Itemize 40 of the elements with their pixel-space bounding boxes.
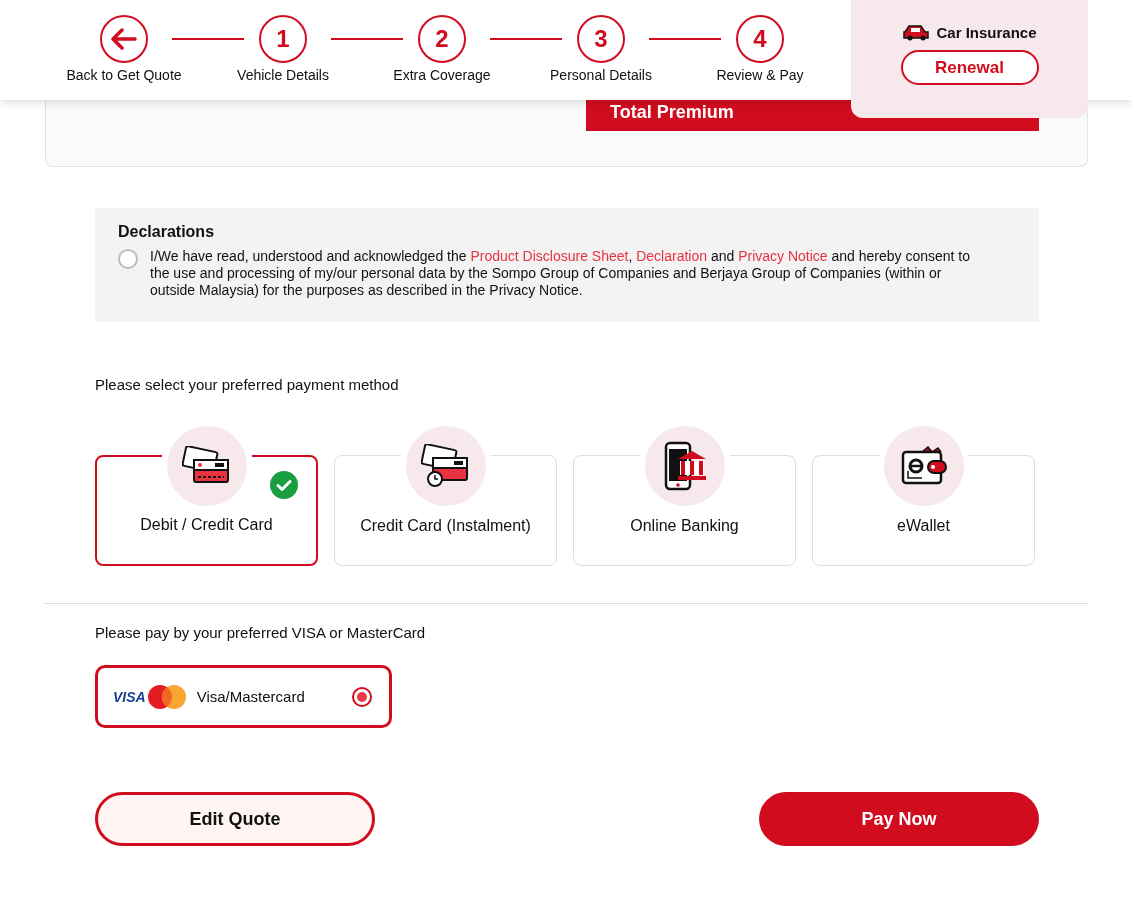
- declaration-link[interactable]: Declaration: [636, 248, 707, 264]
- payment-method-label: eWallet: [897, 517, 950, 535]
- step-connector: [649, 38, 721, 40]
- mastercard-logo-icon: [146, 683, 187, 710]
- declaration-link[interactable]: Privacy Notice: [738, 248, 828, 264]
- step-number[interactable]: 4: [736, 15, 784, 63]
- payment-method-label: Credit Card (Instalment): [360, 517, 531, 535]
- payment-prompt: Please select your preferred payment method: [95, 376, 400, 393]
- payment-method-label: Debit / Credit Card: [140, 516, 273, 534]
- back-arrow-icon: [111, 28, 137, 50]
- step-number[interactable]: 2: [418, 15, 466, 63]
- pay-now-button[interactable]: Pay Now: [759, 792, 1039, 846]
- declaration-text: I/We have read, understood and acknowledged the Product Disclosure Sheet, Declaration and Privacy Notice and hereby consent to the use and processing of my/our personal data by the Sompo Group of Companies and Berjaya Group of Companies (within or outside Malaysia) for the purposes as described in the Privacy Notice.: [150, 248, 972, 299]
- card-option-label: Visa/Mastercard: [196, 688, 306, 705]
- credit-cards-icon: [181, 446, 232, 486]
- step-connector: [172, 38, 244, 40]
- card-option[interactable]: VISA Visa/Mastercard: [95, 665, 392, 728]
- wallet-icon: [899, 446, 948, 486]
- declarations-title: Declarations: [118, 223, 216, 241]
- step-number[interactable]: 1: [259, 15, 307, 63]
- card-prompt: Please pay by your preferred VISA or MasterCard: [95, 624, 427, 641]
- card-option-radio[interactable]: [352, 687, 372, 707]
- credit-card-clock-icon: [420, 444, 471, 488]
- step-label: Extra Coverage: [393, 67, 491, 83]
- step-connector: [490, 38, 562, 40]
- product-title: Car Insurance: [936, 24, 1037, 41]
- visa-logo: VISA: [113, 688, 146, 705]
- edit-quote-button[interactable]: Edit Quote: [95, 792, 375, 846]
- renewal-button[interactable]: Renewal: [900, 50, 1039, 85]
- step-label: Vehicle Details: [237, 67, 329, 83]
- step-label: Back to Get Quote: [66, 67, 182, 83]
- step-number[interactable]: 3: [577, 15, 625, 63]
- check-icon: [270, 471, 298, 499]
- back-button[interactable]: [100, 15, 148, 63]
- car-icon: [902, 24, 931, 41]
- step-label: Personal Details: [550, 67, 652, 83]
- consent-radio[interactable]: [118, 249, 138, 269]
- step-connector: [331, 38, 403, 40]
- payment-method-label: Online Banking: [630, 517, 739, 535]
- step-label: Review & Pay: [716, 67, 804, 83]
